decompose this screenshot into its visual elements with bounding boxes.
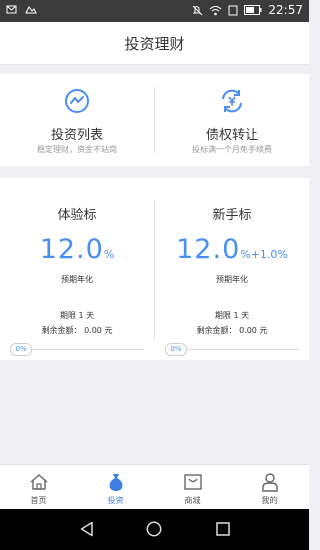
sim-icon (228, 5, 238, 15)
transfer-yen-icon (222, 89, 242, 113)
tab-label: 投资 (107, 496, 124, 505)
tab-bar: 首页 投资 商城 我的 (0, 464, 309, 510)
money-bag-icon (109, 474, 122, 491)
page-title: 投资理财 (124, 34, 185, 53)
nav-card-title: 投资列表 (50, 128, 103, 143)
clock: 22:57 (268, 3, 303, 17)
tab-mine[interactable]: 我的 (231, 465, 308, 510)
person-icon (261, 473, 278, 492)
progress-badge: 0% (165, 343, 187, 356)
product-cards: 体验标 12.0% 预期年化 期限 1 天 剩余金额： 0.00 元 0% 新手… (0, 178, 309, 360)
rate-bonus: +1.0% (250, 248, 288, 261)
product-remaining: 剩余金额： 0.00 元 (41, 326, 113, 335)
rate-label: 预期年化 (61, 275, 93, 284)
back-icon[interactable] (79, 521, 95, 537)
nav-card-debt-transfer[interactable]: 债权转让 投标满一个月免手续费 (155, 74, 309, 166)
battery-icon (244, 5, 262, 15)
system-nav-bar (0, 509, 309, 550)
tab-label: 商城 (184, 496, 201, 505)
nav-card-title: 债权转让 (205, 128, 258, 143)
product-card-newbie[interactable]: 新手标 12.0%+1.0% 预期年化 期限 1 天 剩余金额： 0.00 元 … (155, 178, 309, 360)
product-card-trial[interactable]: 体验标 12.0% 预期年化 期限 1 天 剩余金额： 0.00 元 0% (0, 178, 154, 360)
progress-bar: 0% (10, 343, 144, 356)
header: 投资理财 (0, 22, 309, 65)
image-icon (25, 6, 37, 14)
nav-card-subtitle: 稳定理财，资金不站岗 (37, 145, 117, 154)
shop-icon (183, 474, 202, 490)
status-bar: 22:57 (0, 0, 309, 22)
mute-icon (193, 5, 203, 15)
product-rate: 12.0%+1.0% (155, 234, 309, 265)
rate-value: 12.0 (39, 234, 104, 265)
product-term: 期限 1 天 (214, 311, 250, 320)
progress-badge: 0% (10, 343, 32, 356)
nav-card-subtitle: 投标满一个月免手续费 (192, 145, 272, 154)
rate-label: 预期年化 (216, 275, 248, 284)
tab-label: 首页 (30, 496, 47, 505)
rate-unit: % (240, 248, 251, 261)
recents-icon[interactable] (216, 522, 230, 536)
progress-bar: 0% (165, 343, 299, 356)
product-term: 期限 1 天 (59, 311, 95, 320)
product-name: 新手标 (212, 208, 252, 223)
product-name: 体验标 (57, 208, 97, 223)
tab-home[interactable]: 首页 (0, 465, 77, 510)
chart-circle-icon (65, 89, 89, 113)
progress-track (32, 349, 144, 350)
wifi-icon (210, 5, 222, 15)
tab-label: 我的 (261, 496, 278, 505)
home-circle-icon[interactable] (146, 521, 162, 537)
rate-value: 12.0 (176, 234, 241, 265)
rate-unit: % (103, 248, 115, 261)
product-rate: 12.0% (0, 234, 154, 265)
progress-track (187, 349, 299, 350)
product-remaining: 剩余金额： 0.00 元 (196, 326, 268, 335)
nav-cards: 投资列表 稳定理财，资金不站岗 债权转让 投标满一个月免手续费 (0, 74, 309, 166)
home-icon (30, 474, 47, 490)
tab-invest[interactable]: 投资 (77, 465, 154, 510)
nav-card-invest-list[interactable]: 投资列表 稳定理财，资金不站岗 (0, 74, 154, 166)
notification-icon (6, 5, 17, 14)
tab-mall[interactable]: 商城 (154, 465, 231, 510)
